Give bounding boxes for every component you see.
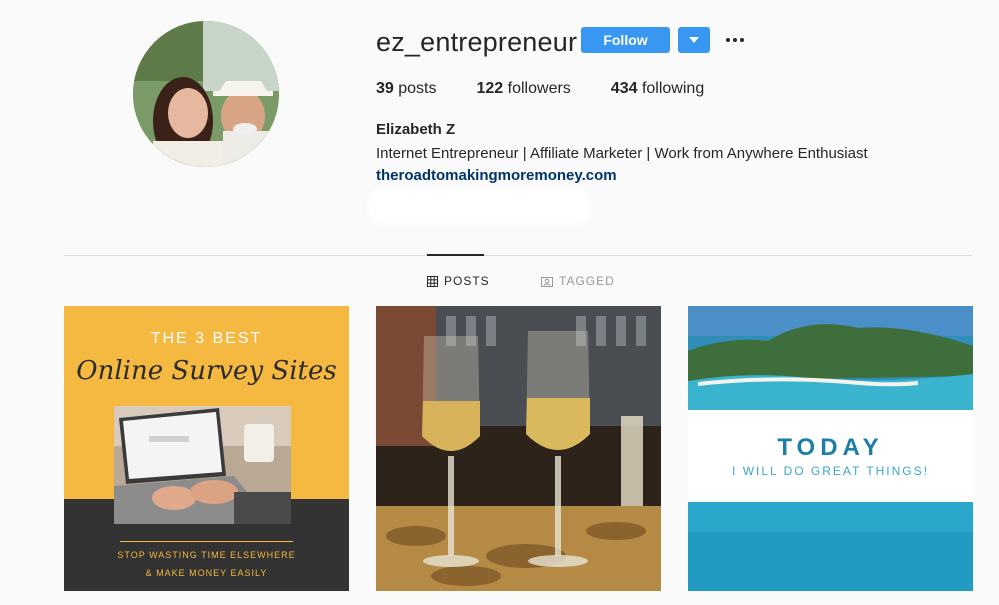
following-stat[interactable]: 434 following: [611, 80, 704, 98]
tabs-divider: [64, 255, 972, 256]
tag-icon: [541, 276, 553, 287]
posts-label: posts: [398, 80, 437, 97]
follow-button[interactable]: Follow: [581, 27, 670, 53]
avatar-photo: [133, 21, 279, 167]
post-thumbnail-2[interactable]: [376, 306, 661, 591]
post-thumbnail-1[interactable]: THE 3 BEST Online Survey Sites STOP WAST…: [64, 306, 349, 591]
profile-username: ez_entrepreneur: [376, 27, 578, 57]
followers-stat[interactable]: 122 followers: [477, 80, 571, 98]
grid-icon: [427, 275, 438, 287]
post1-laptop-photo: [114, 406, 291, 524]
posts-count: 39: [376, 80, 394, 97]
tab-posts-label: POSTS: [444, 274, 490, 288]
tab-tagged-label: TAGGED: [559, 274, 615, 288]
posts-stat: 39 posts: [376, 80, 437, 98]
profile-stats: 39 posts 122 followers 434 following: [376, 80, 744, 98]
post3-title: TODAY: [777, 434, 884, 461]
following-label: following: [641, 80, 705, 97]
post1-title: Online Survey Sites: [76, 356, 337, 386]
post1-caption-line2: & MAKE MONEY EASILY: [145, 568, 268, 578]
post1-rule: [120, 541, 293, 542]
post1-caption-line1: STOP WASTING TIME ELSEWHERE: [117, 550, 296, 560]
tab-tagged[interactable]: TAGGED: [541, 274, 615, 288]
active-tab-indicator: [427, 254, 484, 256]
profile-avatar[interactable]: [133, 21, 279, 167]
more-options-button[interactable]: [722, 32, 748, 48]
followers-count: 122: [476, 80, 504, 97]
followers-label: followers: [507, 80, 571, 97]
triangle-down-icon: [689, 37, 699, 43]
profile-full-name: Elizabeth Z: [376, 121, 456, 138]
post3-subtitle: I WILL DO GREAT THINGS!: [732, 464, 929, 478]
post1-kicker: THE 3 BEST: [150, 330, 263, 347]
redacted-area: [372, 193, 586, 220]
ellipsis-icon: [726, 38, 744, 42]
tab-posts[interactable]: POSTS: [427, 274, 490, 288]
suggested-dropdown-button[interactable]: [678, 27, 710, 53]
post-thumbnail-3[interactable]: TODAY I WILL DO GREAT THINGS!: [688, 306, 973, 591]
profile-page: ez_entrepreneur Follow 39 posts 122 foll…: [0, 0, 999, 605]
post2-wine-photo: [376, 306, 661, 591]
profile-bio: Internet Entrepreneur | Affiliate Market…: [376, 145, 868, 162]
following-count: 434: [610, 80, 638, 97]
profile-website-link[interactable]: theroadtomakingmoremoney.com: [376, 167, 617, 184]
